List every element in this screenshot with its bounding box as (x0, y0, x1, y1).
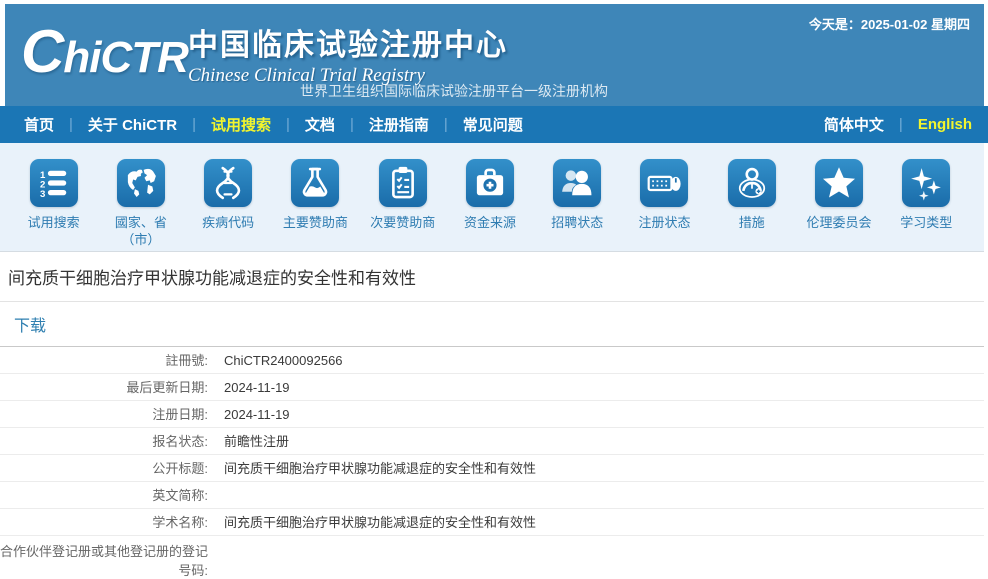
toolbar-item-label: 措施 (739, 214, 765, 231)
row-label: 註冊號: (0, 351, 216, 370)
table-row-registration-date: 注册日期: 2024-11-19 (0, 401, 984, 428)
toolbar-item-label: 招聘状态 (551, 214, 603, 231)
site-header: ChiCTR 中国临床试验注册中心 Chinese Clinical Trial… (5, 4, 984, 106)
trial-info-table: 註冊號: ChiCTR2400092566 最后更新日期: 2024-11-19… (0, 347, 984, 579)
toolbar-item-label: 学习类型 (900, 214, 952, 231)
nav-item-home[interactable]: 首页 (24, 114, 54, 135)
row-value: 间充质干细胞治疗甲状腺功能减退症的安全性和有效性 (216, 513, 536, 532)
svg-text:3: 3 (40, 189, 45, 200)
table-row-partner-registry-number: 合作伙伴登记册或其他登记册的登记号码: (0, 536, 984, 579)
table-row-scientific-title: 学术名称: 间充质干细胞治疗甲状腺功能减退症的安全性和有效性 (0, 509, 984, 536)
table-row-last-refreshed: 最后更新日期: 2024-11-19 (0, 374, 984, 401)
row-value: ChiCTR2400092566 (216, 351, 343, 370)
toolbar-item-label: 次要赞助商 (370, 214, 435, 231)
row-label: 学术名称: (0, 513, 216, 532)
keyboard-mouse-icon (640, 159, 688, 207)
toolbar-item-label: 疾病代码 (202, 214, 254, 231)
nav-separator: | (350, 116, 354, 133)
toolbar-item-label: 主要赞助商 (283, 214, 348, 231)
current-date: 今天是：2025-01-02 星期四 (809, 14, 970, 33)
dna-icon (204, 159, 252, 207)
download-link[interactable]: 下载 (14, 312, 46, 336)
flask-icon (291, 159, 339, 207)
row-value: 2024-11-19 (216, 405, 290, 424)
toolbar-item-study-type[interactable]: 学习类型 (883, 159, 970, 251)
lang-simplified-chinese[interactable]: 简体中文 (824, 114, 884, 135)
main-nav: 首页 | 关于 ChiCTR | 试用搜索 | 文档 | 注册指南 | 常见问题… (0, 106, 988, 143)
nav-item-registration-guide[interactable]: 注册指南 (369, 114, 429, 135)
who-platform-subtitle: 世界卫生组织国际临床试验注册平台一级注册机构 (300, 81, 608, 101)
doctor-icon (728, 159, 776, 207)
toolbar-item-label: 资金来源 (464, 214, 516, 231)
toolbar-item-recruiting-status[interactable]: 招聘状态 (534, 159, 621, 251)
table-row-registration-status: 报名状态: 前瞻性注册 (0, 428, 984, 455)
nav-item-faq[interactable]: 常见问题 (463, 114, 523, 135)
row-label: 公开标题: (0, 459, 216, 478)
row-value: 2024-11-19 (216, 378, 290, 397)
toolbar-item-primary-sponsor[interactable]: 主要赞助商 (272, 159, 359, 251)
toolbar-item-disease-code[interactable]: 疾病代码 (185, 159, 272, 251)
row-label: 最后更新日期: (0, 378, 216, 397)
star-icon (815, 159, 863, 207)
nav-separator: | (444, 116, 448, 133)
nav-item-trial-search[interactable]: 试用搜索 (211, 114, 271, 135)
lang-english[interactable]: English (918, 116, 972, 133)
nav-separator: | (286, 116, 290, 133)
nav-separator: | (899, 116, 903, 133)
toolbar-item-secondary-sponsor[interactable]: 次要赞助商 (359, 159, 446, 251)
medical-bag-icon (466, 159, 514, 207)
table-row-registration-number: 註冊號: ChiCTR2400092566 (0, 347, 984, 374)
row-label: 英文简称: (0, 486, 216, 505)
search-filter-toolbar: 123 试用搜索 國家、省（市） 疾病代码 主要赞助商 次要赞助商 资金来源 (0, 143, 984, 252)
download-row: 下载 (0, 302, 984, 347)
toolbar-item-label: 國家、省（市） (111, 214, 171, 248)
toolbar-item-country-province[interactable]: 國家、省（市） (97, 159, 184, 251)
toolbar-item-label: 伦理委员会 (807, 214, 872, 231)
toolbar-item-label: 试用搜索 (28, 214, 80, 231)
site-title-chinese: 中国临床试验注册中心 (188, 20, 508, 64)
toolbar-item-registration-status[interactable]: 注册状态 (621, 159, 708, 251)
toolbar-item-trial-search[interactable]: 123 试用搜索 (10, 159, 97, 251)
nav-item-about[interactable]: 关于 ChiCTR (88, 114, 177, 135)
toolbar-item-interventions[interactable]: 措施 (708, 159, 795, 251)
clipboard-checklist-icon (379, 159, 427, 207)
row-value: 间充质干细胞治疗甲状腺功能减退症的安全性和有效性 (216, 459, 536, 478)
numbered-list-icon: 123 (30, 159, 78, 207)
nav-item-documents[interactable]: 文档 (305, 114, 335, 135)
sparkles-icon (902, 159, 950, 207)
trial-title-row: 间充质干细胞治疗甲状腺功能减退症的安全性和有效性 (0, 252, 984, 302)
page-title: 间充质干细胞治疗甲状腺功能减退症的安全性和有效性 (8, 264, 416, 289)
site-title-block: 中国临床试验注册中心 Chinese Clinical Trial Regist… (188, 20, 508, 87)
people-icon (553, 159, 601, 207)
table-row-english-acronym: 英文简称: (0, 482, 984, 509)
toolbar-item-funding-source[interactable]: 资金来源 (446, 159, 533, 251)
row-label: 注册日期: (0, 405, 216, 424)
toolbar-item-ethics-committee[interactable]: 伦理委员会 (795, 159, 882, 251)
toolbar-item-label: 注册状态 (638, 214, 690, 231)
table-row-public-title: 公开标题: 间充质干细胞治疗甲状腺功能减退症的安全性和有效性 (0, 455, 984, 482)
row-label: 合作伙伴登记册或其他登记册的登记号码: (0, 542, 216, 579)
nav-separator: | (69, 116, 73, 133)
world-map-icon (117, 159, 165, 207)
row-label: 报名状态: (0, 432, 216, 451)
chictr-logo[interactable]: ChiCTR (21, 24, 188, 86)
row-value: 前瞻性注册 (216, 432, 289, 451)
nav-separator: | (192, 116, 196, 133)
